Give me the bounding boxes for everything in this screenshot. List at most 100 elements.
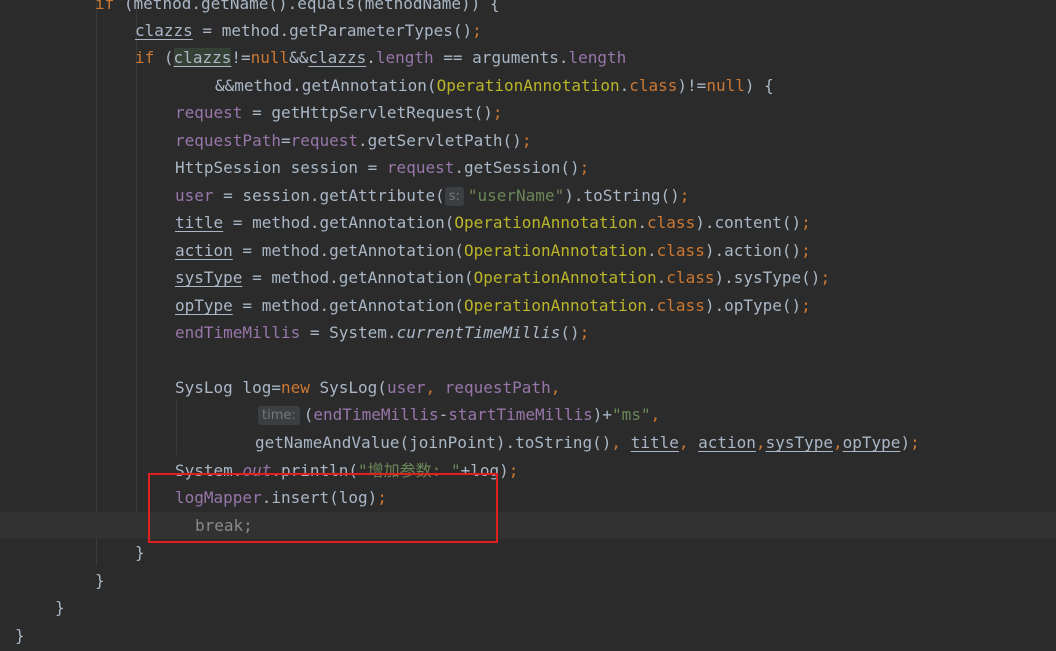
code-token: requestPath <box>444 378 551 397</box>
code-token: requestPath <box>175 131 281 150</box>
code-line[interactable]: clazzs = method.getParameterTypes(); <box>0 17 1056 44</box>
code-line[interactable]: logMapper.insert(log); <box>0 484 1056 511</box>
code-token: user <box>175 186 214 205</box>
code-token: SysLog log= <box>175 378 281 397</box>
code-line[interactable]: HttpSession session = request.getSession… <box>0 154 1056 181</box>
code-editor[interactable]: if (method.getName().equals(methodName))… <box>0 0 1056 651</box>
code-token: opType <box>175 296 233 315</box>
code-line[interactable]: endTimeMillis = System.currentTimeMillis… <box>0 319 1056 346</box>
code-text: clazzs = method.getParameterTypes(); <box>135 17 482 44</box>
code-token: action <box>698 433 756 452</box>
code-token: ; <box>521 131 532 150</box>
code-text: if (clazzs!=null&&clazzs.length == argum… <box>135 44 626 71</box>
code-token: .insert(log) <box>261 488 378 507</box>
code-token: ( <box>163 48 174 67</box>
code-text: title = method.getAnnotation(OperationAn… <box>175 209 811 236</box>
code-token: clazzs <box>135 21 193 40</box>
code-token: ; <box>801 241 811 260</box>
code-token: ).content() <box>695 213 802 232</box>
code-line[interactable]: if (method.getName().equals(methodName))… <box>0 0 1056 17</box>
code-line[interactable]: request = getHttpServletRequest(); <box>0 99 1056 126</box>
code-token: ) <box>900 433 911 452</box>
code-text: user = session.getAttribute(s: "userName"… <box>175 182 689 209</box>
code-token: ; <box>377 488 387 507</box>
code-line[interactable]: } <box>0 594 1056 621</box>
code-token: getNameAndValue(joinPoint).toString() <box>255 433 612 452</box>
code-text: logMapper.insert(log); <box>175 484 387 511</box>
code-text: } <box>135 539 145 566</box>
code-line[interactable]: SysLog log=new SysLog(user, requestPath, <box>0 374 1056 401</box>
code-text: endTimeMillis = System.currentTimeMillis… <box>175 319 589 346</box>
code-token: request <box>290 131 359 150</box>
code-token: )!= <box>677 76 707 95</box>
code-token: , <box>755 433 766 452</box>
code-line[interactable]: System.out.println("增加参数: "+log); <box>0 457 1056 484</box>
code-line[interactable]: } <box>0 567 1056 594</box>
code-token: OperationAnnotation <box>463 296 648 315</box>
code-text: sysType = method.getAnnotation(Operation… <box>175 264 830 291</box>
code-token: new <box>280 378 320 397</box>
code-token: = method.getAnnotation( <box>223 213 455 232</box>
code-token: = method.getAnnotation( <box>232 296 464 315</box>
code-token: - <box>438 405 449 424</box>
parameter-hint: time: <box>258 406 300 425</box>
code-token: , <box>550 378 561 397</box>
code-line[interactable]: if (clazzs!=null&&clazzs.length == argum… <box>0 44 1056 71</box>
code-token: sysType <box>175 268 243 287</box>
code-text: &&method.getAnnotation(OperationAnnotati… <box>215 72 774 99</box>
code-token: "增加参数: " <box>358 461 461 480</box>
code-token: null <box>250 48 290 67</box>
code-token: break; <box>195 516 253 535</box>
code-text: } <box>95 567 105 594</box>
parameter-hint: s: <box>444 187 464 206</box>
code-text: action = method.getAnnotation(OperationA… <box>175 237 811 264</box>
code-line[interactable]: } <box>0 539 1056 566</box>
code-token: ; <box>472 21 482 40</box>
code-line[interactable]: action = method.getAnnotation(OperationA… <box>0 237 1056 264</box>
code-line[interactable]: &&method.getAnnotation(OperationAnnotati… <box>0 72 1056 99</box>
code-token: title <box>175 213 224 232</box>
code-token: && <box>289 48 309 67</box>
code-token: . <box>366 48 376 67</box>
code-line[interactable]: user = session.getAttribute(s: "userName"… <box>0 182 1056 209</box>
code-line[interactable]: requestPath=request.getServletPath(); <box>0 127 1056 154</box>
code-token: ; <box>492 103 503 122</box>
code-token: class <box>656 241 705 260</box>
code-token: title <box>630 433 679 452</box>
code-line[interactable]: getNameAndValue(joinPoint).toString(), t… <box>0 429 1056 456</box>
code-token: currentTimeMillis <box>396 323 561 342</box>
code-line[interactable]: } <box>0 622 1056 649</box>
code-token: OperationAnnotation <box>463 241 648 260</box>
code-token: request <box>386 158 455 177</box>
code-token: ; <box>679 186 690 205</box>
code-token: ).toString() <box>564 186 680 205</box>
code-token: .getServletPath() <box>358 131 522 150</box>
code-token: = System. <box>300 323 397 342</box>
code-token: class <box>656 296 705 315</box>
code-token: == arguments. <box>433 48 569 67</box>
code-token: ; <box>579 323 590 342</box>
code-token: endTimeMillis <box>175 323 301 342</box>
code-token: ( <box>303 405 314 424</box>
code-line[interactable]: break; <box>0 512 1056 539</box>
code-token: () <box>560 323 580 342</box>
code-line[interactable]: sysType = method.getAnnotation(Operation… <box>0 264 1056 291</box>
code-token: OperationAnnotation <box>454 213 638 232</box>
code-token: (method.getName().equals(methodName)) { <box>123 0 500 13</box>
code-token: , <box>611 433 631 452</box>
code-line[interactable] <box>0 347 1056 374</box>
code-token: class <box>629 76 678 95</box>
code-text: HttpSession session = request.getSession… <box>175 154 589 181</box>
code-token: "ms" <box>612 405 651 424</box>
code-token: ; <box>820 268 831 287</box>
code-line[interactable]: title = method.getAnnotation(OperationAn… <box>0 209 1056 236</box>
code-token: )+ <box>592 405 613 424</box>
code-token: ).sysType() <box>714 268 821 287</box>
code-token: null <box>706 76 745 95</box>
code-line[interactable]: time: (endTimeMillis-startTimeMillis)+"ms… <box>0 401 1056 428</box>
code-token: clazzs <box>308 48 367 67</box>
code-token: ; <box>508 461 519 480</box>
code-token: OperationAnnotation <box>473 268 657 287</box>
code-line[interactable]: opType = method.getAnnotation(OperationA… <box>0 292 1056 319</box>
code-token: .println( <box>271 461 359 480</box>
